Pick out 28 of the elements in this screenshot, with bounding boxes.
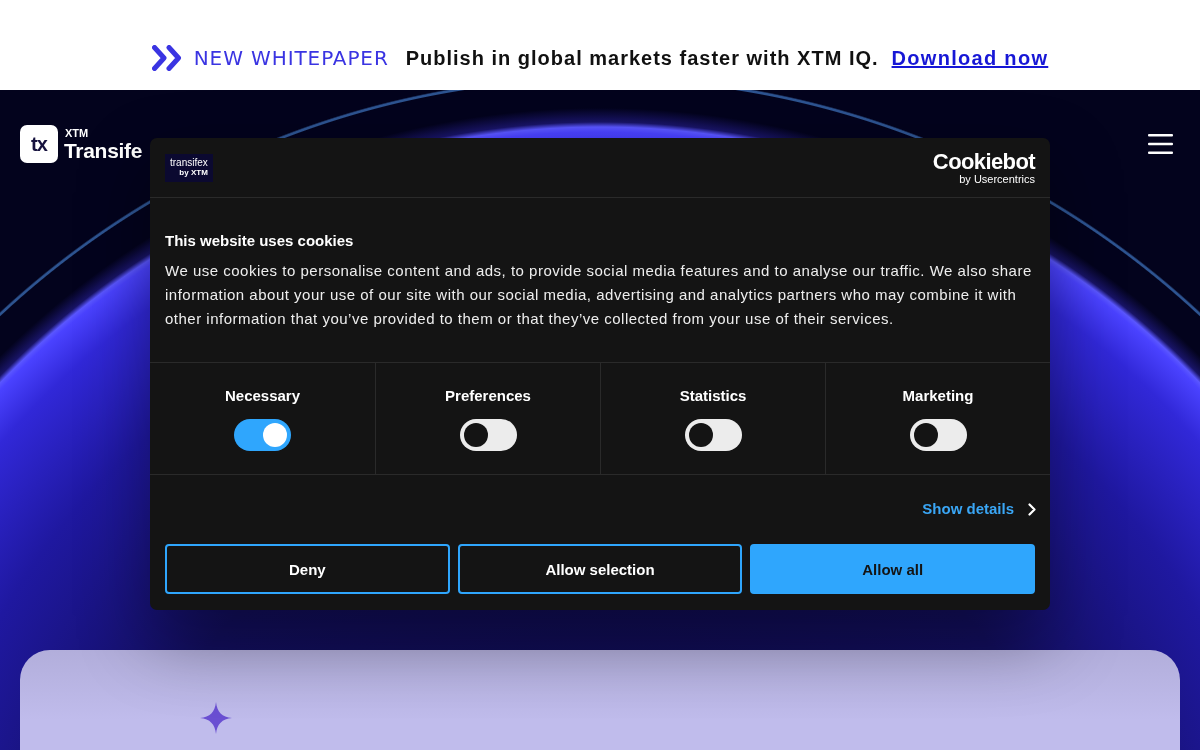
consent-button[interactable]: Deny <box>165 544 450 594</box>
logo-mark: tx <box>20 125 58 163</box>
chevron-right-icon <box>1028 502 1036 516</box>
banner-headline: Publish in global markets faster with XTM IQ. <box>405 46 879 70</box>
consent-button[interactable]: Allow selection <box>457 544 743 594</box>
toggle-switch[interactable] <box>459 419 517 451</box>
partner-logo-name: transifex <box>170 158 208 168</box>
toggle-switch[interactable] <box>684 419 742 451</box>
menu-icon[interactable] <box>1148 134 1173 154</box>
toggle-switch[interactable] <box>909 419 967 451</box>
provider-logo-byline: by Usercentrics <box>959 173 1035 185</box>
whitepaper-tag: NEW WHITEPAPER <box>193 46 389 70</box>
brand-label: XTM <box>65 127 89 139</box>
download-link[interactable]: Download now <box>891 46 1049 70</box>
category-label: Marketing <box>902 386 974 406</box>
brand-name: Transife <box>64 139 143 161</box>
category-label: Statistics <box>679 386 747 406</box>
allow-all-button[interactable]: Allow all <box>750 544 1035 594</box>
sparkle-icon <box>200 702 232 734</box>
category-label: Preferences <box>445 386 531 406</box>
dialog-title: This website uses cookies <box>165 231 355 251</box>
category-label: Necessary <box>224 386 301 406</box>
toggle-switch[interactable] <box>234 419 291 451</box>
double-chevron-icon <box>151 45 184 71</box>
show-details-link[interactable]: Show details <box>922 499 1036 519</box>
cookie-description: We use cookies to personalise content and ads, to provide social media features and to analyse our traffic. We also share information about your use of our site with our social media, advertising and analytics partners who may combine it with other information that you’ve provided to them or that they’ve collected from your use of their services. <box>165 261 1033 329</box>
partner-logo-byline: by XTM <box>179 169 208 177</box>
provider-logo-name: Cookiebot <box>932 150 1035 173</box>
